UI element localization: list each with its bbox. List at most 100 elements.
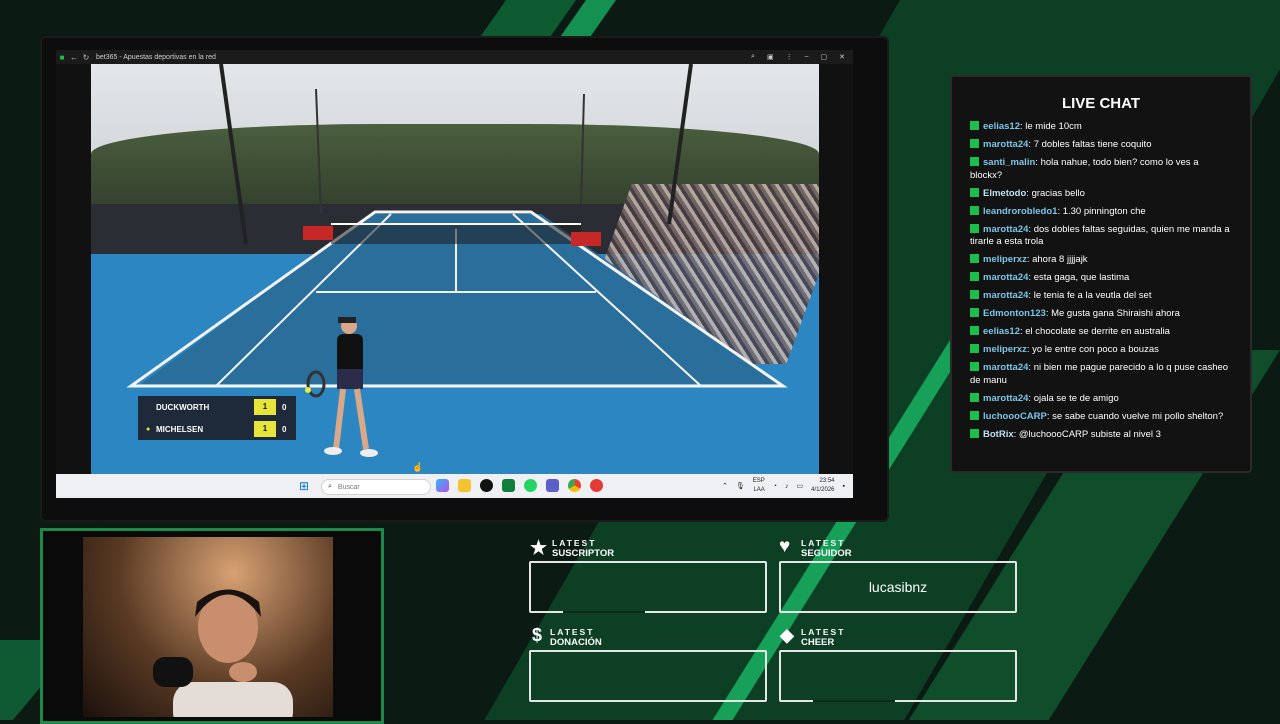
latest-title: SEGUIDOR <box>801 548 852 559</box>
chat-text: esta gaga, que lastima <box>1033 272 1130 283</box>
subscriber-badge-icon <box>970 308 979 317</box>
chat-title: LIVE CHAT <box>1061 95 1141 112</box>
whatsapp-icon[interactable] <box>524 479 537 492</box>
tiktok-icon[interactable] <box>480 479 493 492</box>
chrome-icon[interactable] <box>568 479 581 492</box>
latest-label: LATEST <box>801 538 846 548</box>
chat-username[interactable]: marotta24 <box>983 139 1028 150</box>
subscriber-badge-icon <box>970 157 979 166</box>
zoom-icon[interactable]: ⌕ <box>751 53 755 61</box>
subscriber-badge-icon <box>970 392 979 402</box>
language-code: ESP <box>752 478 765 484</box>
chat-username[interactable]: eelias12 <box>983 326 1020 337</box>
back-icon[interactable]: ← <box>68 53 80 62</box>
chat-username[interactable]: marotta24 <box>983 393 1028 404</box>
chat-message: luchoooCARP: se sabe cuando vuelve mi po… <box>970 410 1232 424</box>
taskbar-search[interactable]: ⌕ Buscar <box>321 479 431 495</box>
diamond-icon: ◆ <box>780 625 794 645</box>
menu-icon[interactable]: ⋮ <box>786 53 793 61</box>
webcam-frame <box>40 528 384 724</box>
serve-indicator-icon: ● <box>146 425 151 433</box>
chat-username[interactable]: marotta24 <box>983 362 1028 373</box>
player-name: DUCKWORTH <box>156 402 210 412</box>
chat-message: marotta24: le tenia fe a la veutla del s… <box>970 290 1232 303</box>
subscriber-badge-icon <box>970 187 979 197</box>
app-icon[interactable] <box>590 479 603 492</box>
chat-text: 1.30 pinnington che <box>1062 205 1146 217</box>
video-player[interactable]: DUCKWORTH 1 0 ● MICHELSEN 1 0 ☝ <box>56 64 853 474</box>
set-score: 1 <box>254 399 276 415</box>
latest-title: DONACIÓN <box>550 637 602 648</box>
copilot-icon[interactable] <box>436 479 449 492</box>
player-name: MICHELSEN <box>156 424 204 434</box>
chat-message: eelias12: le mide 10cm <box>970 121 1232 134</box>
webcam-video <box>83 537 333 717</box>
chat-username[interactable]: meliperxz <box>983 344 1027 355</box>
chat-text: Me gusta gana Shiraishi ahora <box>1051 308 1180 319</box>
chat-message: marotta24: ni bien me pague parecido a l… <box>970 362 1232 387</box>
notification-icon[interactable]: ▪ <box>843 483 845 490</box>
subscriber-badge-icon <box>970 121 979 130</box>
chat-username[interactable]: marotta24 <box>983 290 1028 301</box>
language-indicator[interactable]: ESP LAA <box>753 477 765 495</box>
explorer-icon[interactable] <box>458 479 471 492</box>
chat-username[interactable]: Elmetodo <box>983 188 1026 199</box>
chat-text: @luchoooCARP subiste al nivel 3 <box>1018 428 1161 440</box>
reload-icon[interactable]: ↻ <box>80 53 92 62</box>
latest-seguidor-value: lucasibnz <box>868 579 928 595</box>
chat-username[interactable]: meliperxz <box>983 254 1027 265</box>
subscriber-badge-icon <box>970 139 979 148</box>
chevron-up-icon[interactable]: ⌃ <box>722 482 728 490</box>
score-row: DUCKWORTH 1 0 <box>138 396 296 418</box>
subscriber-badge-icon <box>970 223 979 233</box>
latest-label: LATEST <box>552 538 597 548</box>
latest-donacion-box <box>529 650 767 702</box>
chat-text: yo le entre con poco a bouzas <box>1032 344 1159 355</box>
latest-label: LATEST <box>801 627 846 637</box>
extensions-icon[interactable]: ▣ <box>767 53 774 61</box>
teams-icon[interactable] <box>546 479 559 492</box>
chat-message: eelias12: el chocolate se derrite en aus… <box>970 326 1232 339</box>
subscriber-badge-icon <box>970 205 979 215</box>
chat-text: ahora 8 jjjjajk <box>1032 254 1088 265</box>
chat-username[interactable]: luchoooCARP <box>983 411 1047 422</box>
mic-icon[interactable]: 🎙 <box>736 482 745 490</box>
search-icon: ⌕ <box>328 483 332 490</box>
set-score: 1 <box>254 421 276 437</box>
chat-username[interactable]: eelias12 <box>983 121 1020 132</box>
volume-icon[interactable]: ♪ <box>785 483 789 490</box>
chat-username[interactable]: marotta24 <box>983 224 1028 235</box>
chat-username[interactable]: leandrorobledo1 <box>983 206 1057 217</box>
clock-date: 4/1/2026 <box>811 487 835 493</box>
clock[interactable]: 23:54 4/1/2026 <box>811 477 834 495</box>
close-icon[interactable]: ✕ <box>839 53 845 61</box>
chat-message: marotta24: 7 dobles faltas tiene coquito <box>970 139 1232 152</box>
browser-titlebar: ■ ← ↻ bet365 - Apuestas deportivas en la… <box>56 50 853 64</box>
subscriber-badge-icon <box>970 254 979 263</box>
chat-text: le tenia fe a la veutla del set <box>1033 290 1152 301</box>
chat-username[interactable]: BotRix <box>983 429 1014 440</box>
chat-username[interactable]: Edmonton123 <box>983 308 1046 319</box>
minimize-icon[interactable]: – <box>805 53 809 61</box>
chat-message: marotta24: ojala se te de amigo <box>970 392 1232 406</box>
streamer <box>173 589 293 717</box>
windows-taskbar: ⊞ ⌕ Buscar ⌃ 🎙 ESP LAA ◔ ♪ ▭ 23:54 4/1/2… <box>56 474 853 498</box>
windows-icon[interactable]: ⊞ <box>299 480 309 492</box>
latest-title: SUSCRIPTOR <box>552 548 615 559</box>
latest-seguidor-box: lucasibnz <box>779 561 1017 613</box>
star-icon: ★ <box>530 538 548 559</box>
latest-title: CHEER <box>801 637 835 648</box>
bet365-icon[interactable] <box>502 479 515 492</box>
scoreboard: DUCKWORTH 1 0 ● MICHELSEN 1 0 <box>138 396 296 440</box>
dollar-icon: $ <box>532 625 543 645</box>
chat-message: BotRix: @luchoooCARP subiste al nivel 3 <box>970 428 1232 442</box>
chat-message: marotta24: esta gaga, que lastima <box>970 272 1232 285</box>
latest-cheer-box <box>779 650 1017 702</box>
restore-icon[interactable]: ▢ <box>821 53 828 61</box>
language-sub: LAA <box>753 487 765 493</box>
wifi-icon[interactable]: ◔ <box>773 483 777 490</box>
battery-icon[interactable]: ▭ <box>797 482 804 490</box>
chat-username[interactable]: santi_malin <box>983 157 1035 168</box>
chat-username[interactable]: marotta24 <box>983 272 1028 283</box>
latest-label: LATEST <box>550 627 595 637</box>
